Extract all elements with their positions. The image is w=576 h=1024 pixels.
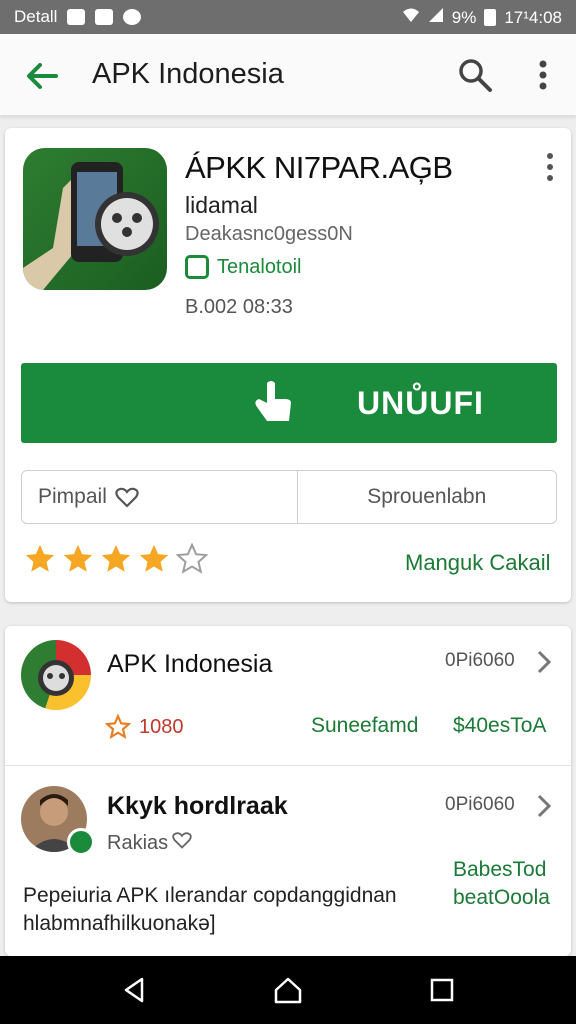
list-item-title: Kkyk hordlraak — [107, 792, 288, 820]
badge-label: Tenalotoil — [217, 255, 302, 278]
secondary-action-button[interactable]: Sprouenlabn — [296, 471, 557, 523]
star-filled-icon — [61, 542, 95, 576]
rating-stars — [23, 542, 209, 576]
signal-icon — [428, 7, 444, 28]
hand-pointer-icon — [249, 381, 295, 425]
wifi-icon — [402, 7, 420, 28]
chat-notification-icon — [123, 9, 142, 25]
install-button[interactable]: UNŮUFI — [21, 363, 557, 443]
search-icon[interactable] — [456, 56, 494, 94]
star-empty-icon — [175, 542, 209, 576]
battery-percent: 9% — [451, 7, 477, 27]
app-bar: APK Indonesia — [0, 34, 576, 116]
app-category: Deakasnc0gess0N — [185, 223, 353, 245]
list-item-status: Suneefamd — [311, 714, 419, 737]
app-detail-card: ÁPKK NI7PAR.AĢB lidamal Deakasnc0gess0N … — [5, 128, 571, 602]
clock: 17¹4:08 — [504, 7, 562, 27]
status-bar: Detall 9% 17¹4:08 — [0, 0, 576, 34]
editors-choice-icon — [185, 255, 209, 279]
list-item-description: Pepeiuria APK ılerandar copdanggidnan hl… — [23, 884, 397, 935]
subtitle-text: Rakias — [107, 831, 169, 854]
list-item[interactable]: Kkyk hordlraak 0Pi6060 Rakias BabesTod b… — [5, 766, 571, 956]
home-icon[interactable] — [272, 974, 304, 1006]
back-arrow-icon[interactable] — [22, 56, 62, 96]
related-list-card: APK Indonesia 0Pi6060 1080 Suneefamd $40… — [5, 626, 571, 956]
review-link[interactable]: Manguk Cakail — [405, 550, 551, 576]
app-bar-title: APK Indonesia — [92, 58, 284, 90]
battery-icon — [484, 9, 497, 26]
developer-name[interactable]: lidamal — [185, 192, 258, 219]
chevron-right-icon — [535, 648, 553, 676]
more-options-icon[interactable] — [528, 56, 558, 94]
back-triangle-icon[interactable] — [118, 974, 150, 1006]
game-notification-icon — [95, 9, 114, 25]
secondary-button-row: Pimpail Sprouenlabn — [21, 470, 557, 524]
navigation-bar — [0, 956, 576, 1024]
wishlist-label: Pimpail — [38, 485, 107, 508]
list-item-subtitle: Rakias — [107, 830, 192, 856]
install-label: UNŮUFI — [357, 385, 484, 421]
verified-badge-icon — [67, 828, 95, 856]
size-date: B.002 08:33 — [185, 296, 293, 318]
heart-icon — [115, 486, 139, 508]
star-outline-icon — [104, 713, 132, 740]
star-filled-icon — [99, 542, 133, 576]
carrier-label: Detall — [14, 7, 58, 26]
heart-outline-icon — [172, 830, 192, 856]
app-badge: Tenalotoil — [185, 255, 302, 279]
card-more-icon[interactable] — [539, 150, 561, 184]
list-item[interactable]: APK Indonesia 0Pi6060 1080 Suneefamd $40… — [5, 626, 571, 766]
chevron-right-icon — [535, 792, 553, 820]
gamepad-avatar-icon — [21, 640, 91, 710]
list-item-meta: 0Pi6060 — [445, 650, 515, 671]
list-item-price: $40esToA — [453, 714, 547, 737]
list-item-rating: 1080 — [104, 713, 184, 740]
rating-count: 1080 — [139, 715, 184, 738]
star-filled-icon — [137, 542, 171, 576]
recent-apps-icon[interactable] — [426, 974, 458, 1006]
wishlist-button[interactable]: Pimpail — [22, 471, 297, 523]
secondary-action-label: Sprouenlabn — [367, 485, 487, 508]
status-bar-left: Detall — [14, 7, 142, 27]
star-filled-icon — [23, 542, 57, 576]
app-icon — [23, 148, 167, 290]
status-bar-right: 9% 17¹4:08 — [402, 7, 562, 28]
list-item-meta: 0Pi6060 — [445, 794, 515, 815]
gallery-notification-icon — [67, 9, 86, 25]
list-item-title: APK Indonesia — [107, 650, 273, 678]
list-item-note: BabesTod beatOoola — [453, 858, 550, 909]
app-name: ÁPKK NI7PAR.AĢB — [185, 150, 453, 185]
